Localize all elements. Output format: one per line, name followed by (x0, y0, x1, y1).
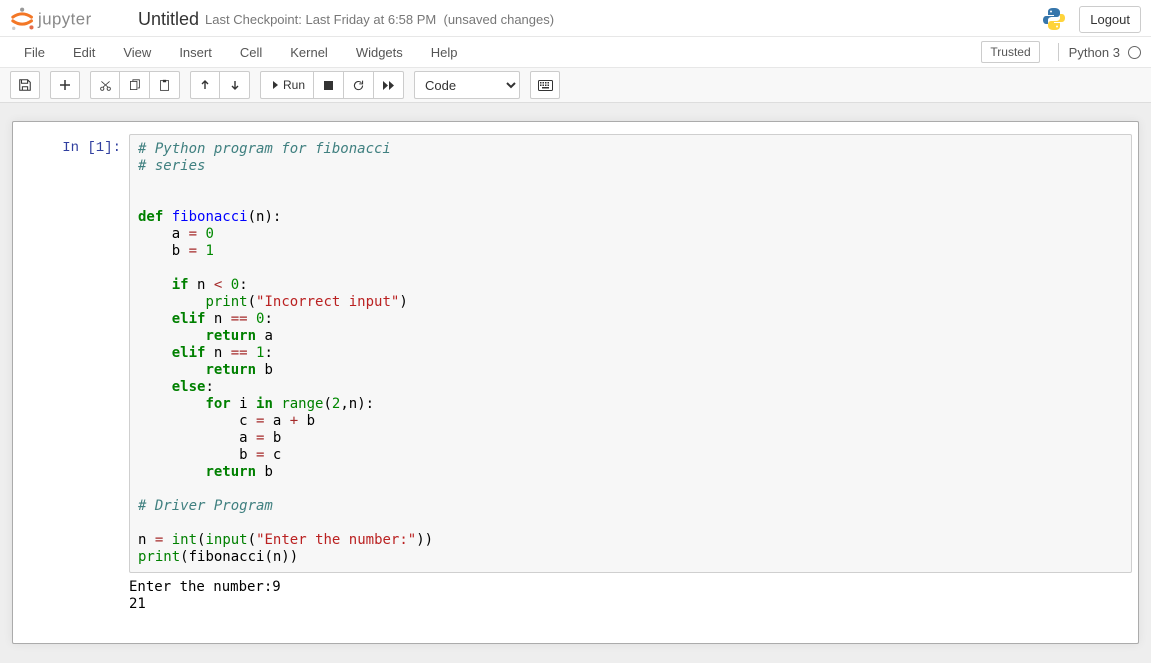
menu-view[interactable]: View (109, 39, 165, 66)
kernel-separator (1058, 43, 1059, 61)
move-up-button[interactable] (190, 71, 220, 99)
code-cell[interactable]: In [1]: # Python program for fibonacci #… (19, 134, 1132, 573)
arrow-down-icon (229, 79, 241, 91)
interrupt-button[interactable] (314, 71, 344, 99)
jupyter-logo[interactable]: jupyter (10, 5, 122, 33)
menu-kernel[interactable]: Kernel (276, 39, 342, 66)
stop-icon (323, 80, 334, 91)
jupyter-logo-icon: jupyter (10, 5, 122, 33)
add-cell-button[interactable] (50, 71, 80, 99)
keyboard-icon (538, 80, 553, 91)
header: jupyter Untitled Last Checkpoint: Last F… (0, 0, 1151, 37)
kernel-indicator-icon (1128, 46, 1141, 59)
notebook-name[interactable]: Untitled (138, 9, 199, 30)
menu-help[interactable]: Help (417, 39, 472, 66)
run-button[interactable]: Run (260, 71, 314, 99)
code-content[interactable]: # Python program for fibonacci # series … (138, 141, 1123, 566)
menu-edit[interactable]: Edit (59, 39, 109, 66)
logout-button[interactable]: Logout (1079, 6, 1141, 33)
arrow-up-icon (199, 79, 211, 91)
trusted-badge[interactable]: Trusted (981, 41, 1039, 63)
kernel-name[interactable]: Python 3 (1069, 45, 1120, 60)
output-text: Enter the number:9 21 (129, 577, 289, 615)
save-button[interactable] (10, 71, 40, 99)
output-prompt (19, 577, 129, 615)
cell-type-select[interactable]: Code (414, 71, 520, 99)
run-label: Run (283, 78, 305, 92)
fast-forward-icon (382, 80, 395, 91)
notebook-container: In [1]: # Python program for fibonacci #… (0, 103, 1151, 663)
svg-text:jupyter: jupyter (37, 10, 92, 29)
menu-insert[interactable]: Insert (165, 39, 226, 66)
menu-cell[interactable]: Cell (226, 39, 276, 66)
paste-icon (158, 79, 171, 92)
restart-icon (352, 79, 365, 92)
command-palette-button[interactable] (530, 71, 560, 99)
notebook: In [1]: # Python program for fibonacci #… (12, 121, 1139, 644)
input-prompt: In [1]: (19, 134, 129, 573)
python-logo-icon (1041, 6, 1067, 32)
scissors-icon (99, 79, 112, 92)
run-icon (269, 79, 279, 91)
restart-button[interactable] (344, 71, 374, 99)
save-icon (18, 78, 32, 92)
checkpoint-status: Last Checkpoint: Last Friday at 6:58 PM … (205, 12, 554, 27)
output-area: Enter the number:9 21 (19, 577, 1132, 615)
plus-icon (59, 79, 71, 91)
toolbar: Run Code (0, 68, 1151, 103)
copy-button[interactable] (120, 71, 150, 99)
cut-button[interactable] (90, 71, 120, 99)
checkpoint-time: Last Checkpoint: Last Friday at 6:58 PM (205, 12, 436, 27)
copy-icon (128, 79, 141, 92)
unsaved-changes: (unsaved changes) (444, 12, 555, 27)
paste-button[interactable] (150, 71, 180, 99)
menu-widgets[interactable]: Widgets (342, 39, 417, 66)
menubar: File Edit View Insert Cell Kernel Widget… (0, 37, 1151, 68)
code-input-area[interactable]: # Python program for fibonacci # series … (129, 134, 1132, 573)
restart-run-all-button[interactable] (374, 71, 404, 99)
move-down-button[interactable] (220, 71, 250, 99)
menu-file[interactable]: File (10, 39, 59, 66)
